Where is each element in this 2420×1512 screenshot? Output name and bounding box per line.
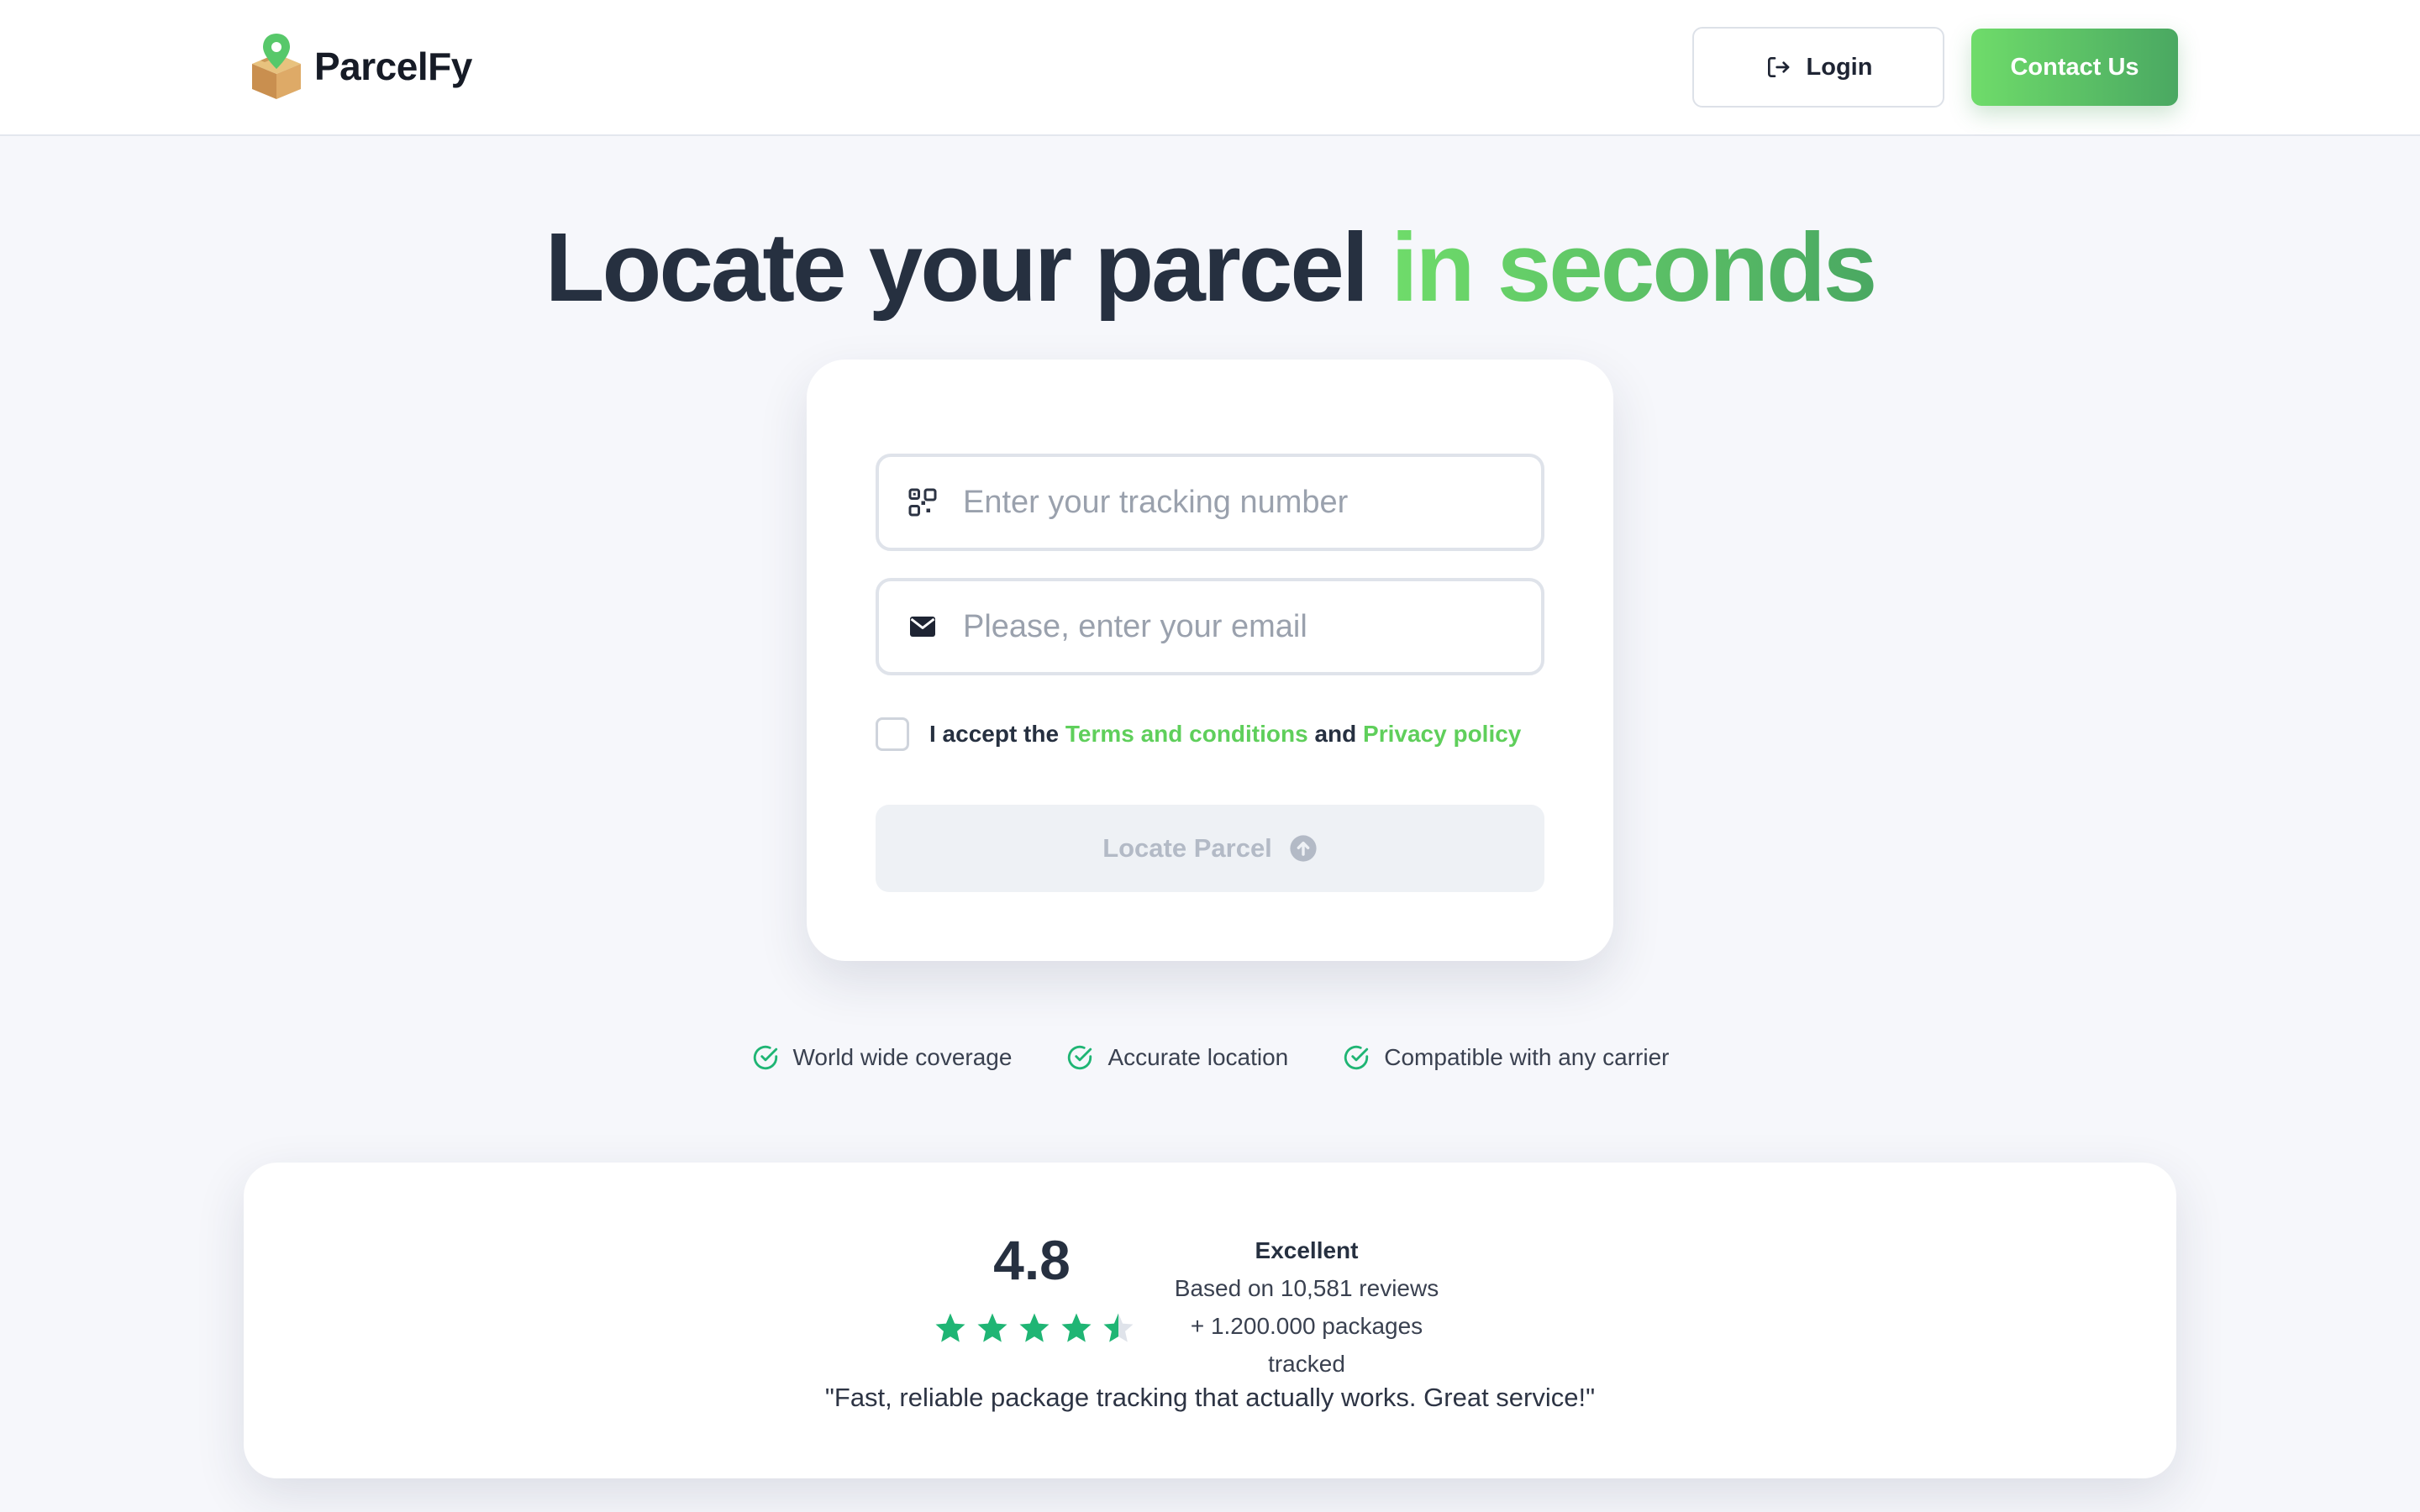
reviews-card: 4.8 Excellent Based on 10,581 reviews + … (244, 1163, 2176, 1478)
login-icon (1767, 57, 1789, 77)
feature-label: Compatible with any carrier (1384, 1044, 1670, 1070)
locate-parcel-label: Locate Parcel (1102, 833, 1272, 863)
arrow-up-circle-icon (1290, 835, 1317, 862)
headline-accent: in seconds (1391, 213, 1877, 322)
feature-label: Accurate location (1107, 1044, 1289, 1070)
brand-name: ParcelFy (314, 45, 472, 88)
review-summary: Excellent Based on 10,581 reviews + 1.20… (1151, 1231, 1462, 1383)
email-input[interactable] (963, 581, 1541, 672)
tracking-number-field[interactable] (876, 454, 1544, 551)
check-circle-icon (753, 1045, 777, 1070)
parcel-box-pin-icon (252, 34, 301, 99)
tracking-number-input[interactable] (963, 457, 1541, 548)
rating-stars (933, 1310, 1136, 1346)
brand-logo[interactable]: ParcelFy (247, 32, 472, 101)
terms-checkbox[interactable] (876, 717, 909, 751)
feature-label: World wide coverage (792, 1044, 1013, 1070)
login-label: Login (1806, 53, 1873, 81)
check-circle-icon (1068, 1045, 1092, 1070)
consent-text: I accept the Terms and conditions and Pr… (929, 721, 1521, 748)
login-button[interactable]: Login (1692, 27, 1944, 108)
star-half-icon (1103, 1313, 1134, 1342)
consent-prefix: I accept the (929, 721, 1065, 747)
check-circle-icon (1344, 1045, 1369, 1070)
testimonial-quote: "Fast, reliable package tracking that ac… (824, 1383, 1596, 1412)
star-icon (977, 1313, 1007, 1342)
consent-and: and (1307, 721, 1364, 747)
feature-item: World wide coverage (751, 1043, 1013, 1072)
star-icon (1061, 1313, 1092, 1342)
headline-main: Locate your parcel (544, 213, 1392, 322)
tracking-form-card: I accept the Terms and conditions and Pr… (807, 360, 1613, 961)
terms-consent: I accept the Terms and conditions and Pr… (876, 717, 1521, 752)
rating-verdict: Excellent (1255, 1237, 1359, 1263)
review-count: Based on 10,581 reviews (1174, 1275, 1439, 1301)
top-navbar: ParcelFy Login Contact Us (0, 0, 2420, 136)
barcode-scan-icon (908, 488, 937, 517)
hero-headline: Locate your parcel in seconds (0, 208, 2420, 326)
privacy-link[interactable]: Privacy policy (1363, 721, 1521, 747)
star-icon (1019, 1313, 1050, 1342)
terms-link[interactable]: Terms and conditions (1065, 721, 1308, 747)
email-field[interactable] (876, 578, 1544, 675)
packages-tracked: + 1.200.000 packages tracked (1190, 1313, 1423, 1377)
feature-item: Accurate location (1065, 1043, 1288, 1072)
contact-us-button[interactable]: Contact Us (1971, 29, 2178, 106)
locate-parcel-button[interactable]: Locate Parcel (876, 805, 1544, 892)
envelope-icon (910, 617, 935, 637)
feature-list: World wide coverage Accurate location Co… (0, 1043, 2420, 1072)
star-icon (935, 1313, 965, 1342)
rating-score: 4.8 (993, 1229, 1071, 1291)
feature-item: Compatible with any carrier (1342, 1043, 1670, 1072)
